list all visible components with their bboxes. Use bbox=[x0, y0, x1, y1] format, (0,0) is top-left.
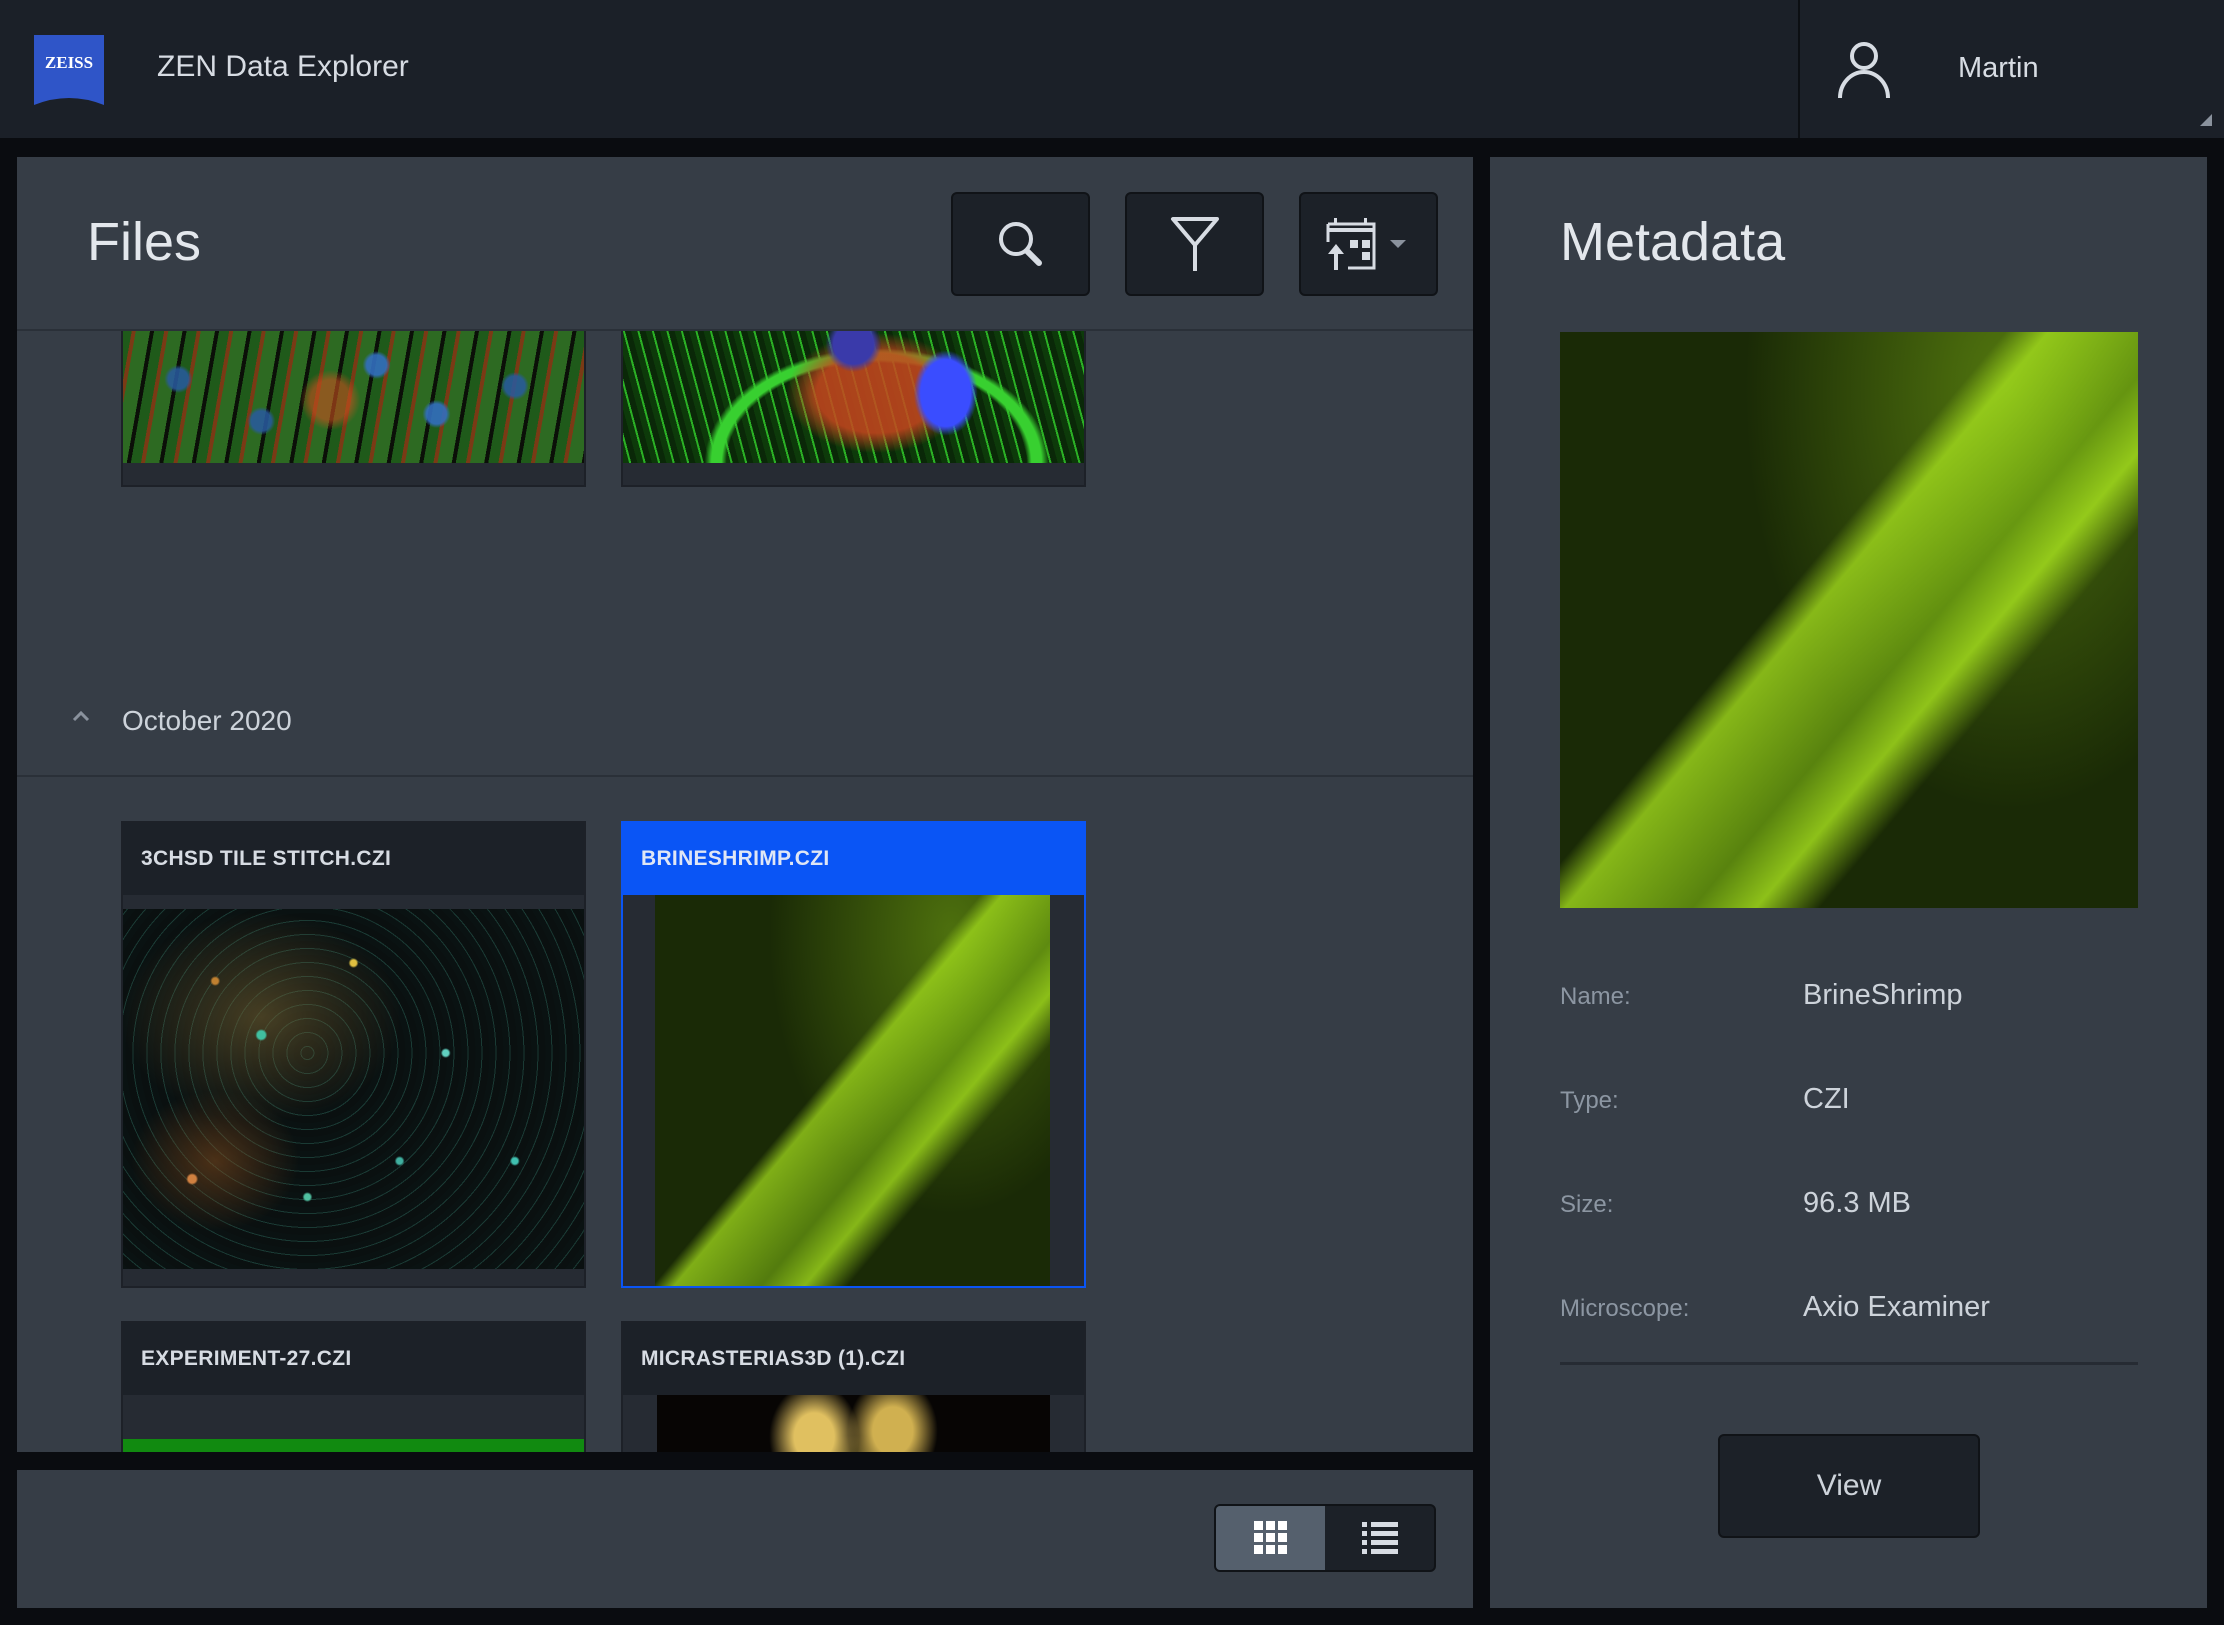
metadata-row-size: Size: 96.3 MB bbox=[1560, 1187, 2138, 1241]
metadata-title: Metadata bbox=[1560, 212, 1786, 272]
file-card[interactable]: 3CHSD TILE STITCH.CZI bbox=[121, 821, 586, 1288]
zeiss-logo: ZEISS bbox=[34, 35, 104, 105]
file-thumbnail bbox=[623, 331, 1084, 463]
list-view-button[interactable] bbox=[1325, 1506, 1434, 1570]
files-title: Files bbox=[87, 212, 202, 272]
file-name: BRINESHRIMP.CZI bbox=[623, 823, 1084, 895]
files-header: Files bbox=[17, 157, 1473, 331]
metadata-label: Name: bbox=[1560, 983, 1631, 1010]
metadata-preview-image bbox=[1560, 332, 2138, 908]
files-panel: Files October 2020 3CHSD TILE STITCH.CZI… bbox=[17, 157, 1473, 1452]
resize-corner-icon bbox=[2200, 114, 2212, 126]
file-thumbnail bbox=[123, 1439, 584, 1452]
filter-button[interactable] bbox=[1125, 192, 1264, 296]
metadata-value: 96.3 MB bbox=[1803, 1187, 1911, 1219]
month-group-header[interactable]: October 2020 bbox=[17, 665, 1473, 777]
file-thumbnail bbox=[655, 895, 1050, 1286]
metadata-label: Microscope: bbox=[1560, 1295, 1690, 1322]
metadata-row-microscope: Microscope: Axio Examiner bbox=[1560, 1291, 2138, 1345]
file-card[interactable] bbox=[621, 331, 1086, 487]
calendar-sort-icon bbox=[1326, 218, 1406, 270]
file-thumbnail bbox=[657, 1395, 1050, 1452]
file-card-selected[interactable]: BRINESHRIMP.CZI bbox=[621, 821, 1086, 1288]
filter-icon bbox=[1170, 217, 1219, 271]
user-name: Martin bbox=[1958, 52, 2039, 84]
chevron-up-icon[interactable] bbox=[69, 705, 93, 729]
app-title: ZEN Data Explorer bbox=[157, 50, 409, 83]
metadata-label: Size: bbox=[1560, 1191, 1614, 1218]
file-name: 3CHSD TILE STITCH.CZI bbox=[123, 823, 584, 895]
search-icon bbox=[998, 222, 1042, 266]
list-icon bbox=[1361, 1522, 1398, 1554]
grid-icon bbox=[1253, 1521, 1287, 1554]
month-label: October 2020 bbox=[122, 705, 292, 736]
user-icon bbox=[1838, 42, 1890, 99]
search-button[interactable] bbox=[951, 192, 1090, 296]
top-bar: ZEISS ZEN Data Explorer Martin bbox=[0, 0, 2224, 138]
file-card[interactable]: EXPERIMENT-27.CZI bbox=[121, 1321, 586, 1452]
metadata-value: Axio Examiner bbox=[1803, 1291, 1990, 1323]
metadata-value: CZI bbox=[1803, 1083, 1850, 1115]
metadata-value: BrineShrimp bbox=[1803, 979, 1963, 1011]
metadata-row-type: Type: CZI bbox=[1560, 1083, 2138, 1137]
file-name: MICRASTERIAS3D (1).CZI bbox=[623, 1323, 1084, 1395]
view-button[interactable]: View bbox=[1718, 1434, 1980, 1538]
metadata-row-name: Name: BrineShrimp bbox=[1560, 979, 2138, 1033]
user-menu[interactable]: Martin bbox=[1798, 0, 2224, 138]
metadata-divider bbox=[1560, 1362, 2138, 1365]
files-footer bbox=[17, 1470, 1473, 1608]
file-thumbnail bbox=[123, 909, 584, 1269]
file-card[interactable] bbox=[121, 331, 586, 487]
view-mode-toggle[interactable] bbox=[1214, 1504, 1436, 1572]
files-grid[interactable]: October 2020 3CHSD TILE STITCH.CZI BRINE… bbox=[17, 331, 1473, 1452]
metadata-label: Type: bbox=[1560, 1087, 1619, 1114]
metadata-panel: Metadata Name: BrineShrimp Type: CZI Siz… bbox=[1490, 157, 2207, 1608]
file-card[interactable]: MICRASTERIAS3D (1).CZI bbox=[621, 1321, 1086, 1452]
svg-text:ZEISS: ZEISS bbox=[45, 53, 93, 72]
sort-by-date-button[interactable] bbox=[1299, 192, 1438, 296]
file-name: EXPERIMENT-27.CZI bbox=[123, 1323, 584, 1395]
grid-view-button[interactable] bbox=[1216, 1506, 1325, 1570]
file-thumbnail bbox=[123, 331, 584, 463]
